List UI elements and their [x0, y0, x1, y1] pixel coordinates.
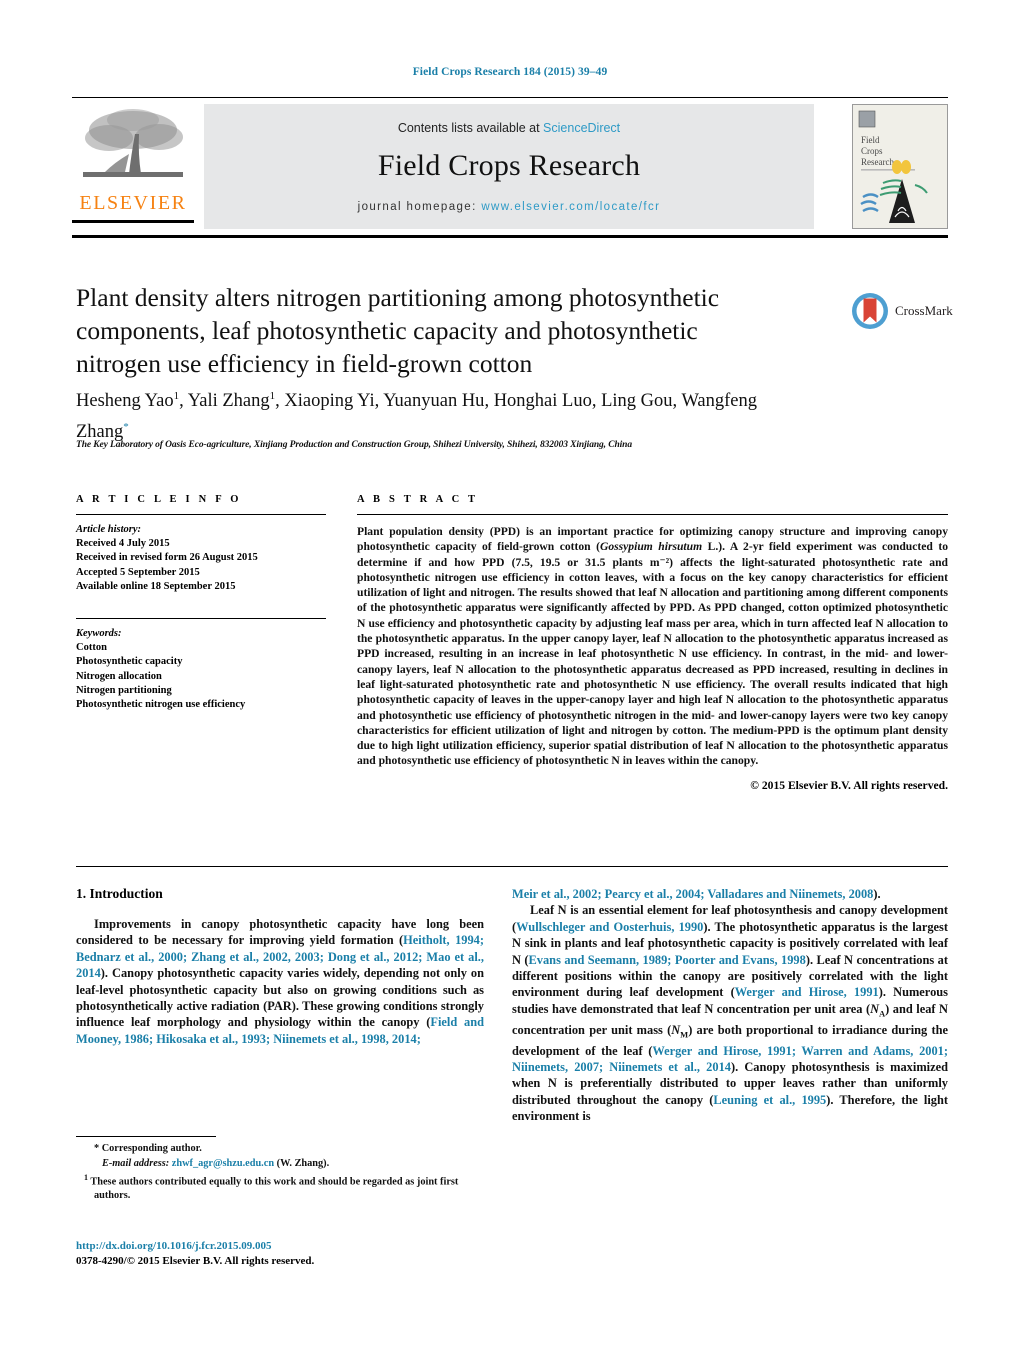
keyword-item: Nitrogen allocation — [76, 670, 162, 682]
symbol-nm-sub: M — [680, 1029, 689, 1040]
article-history-heading: Article history: — [76, 524, 142, 535]
keywords-heading: Keywords: — [76, 628, 122, 640]
sciencedirect-link[interactable]: ScienceDirect — [543, 121, 620, 135]
footnote-corresponding-author: * Corresponding author. — [94, 1143, 202, 1154]
doi-block: http://dx.doi.org/10.1016/j.fcr.2015.09.… — [76, 1239, 496, 1269]
contents-available-line: Contents lists available at ScienceDirec… — [398, 121, 620, 135]
svg-text:Research: Research — [861, 157, 894, 167]
citation-group[interactable]: Meir et al., 2002; Pearcy et al., 2004; … — [512, 887, 873, 901]
article-info-heading: A R T I C L E I N F O — [76, 494, 242, 505]
contents-prefix: Contents lists available at — [397, 120, 544, 135]
citation-close: ). — [873, 887, 881, 901]
elsevier-logo: ELSEVIER — [72, 104, 194, 232]
footnote-equal-contribution-text: These authors contributed equally to thi… — [90, 1176, 459, 1202]
running-head: Field Crops Research 184 (2015) 39–49 — [412, 66, 608, 78]
abstract-column: A B S T R A C T Plant population density… — [357, 494, 948, 792]
author-5: Honghai Luo — [493, 391, 592, 412]
footnote-separator-rule — [76, 1136, 216, 1137]
author-footnote-mark: 1 — [173, 390, 180, 402]
elsevier-rule — [72, 220, 194, 223]
footnote-equal-contribution: 1 These authors contributed equally to t… — [76, 1171, 486, 1203]
footnote-block: * Corresponding author. E-mail address: … — [76, 1142, 486, 1204]
abstract-heading: A B S T R A C T — [357, 494, 479, 505]
symbol-nm: N — [671, 1022, 681, 1037]
abstract-copyright: © 2015 Elsevier B.V. All rights reserved… — [750, 778, 948, 792]
doi-link[interactable]: http://dx.doi.org/10.1016/j.fcr.2015.09.… — [76, 1239, 496, 1254]
keyword-item: Cotton — [76, 642, 107, 654]
crossmark-label: CrossMark — [895, 303, 953, 318]
section-heading-introduction: 1. Introduction — [76, 886, 163, 901]
footnote-email: E-mail address: zhwf_agr@shzu.edu.cn (W.… — [76, 1157, 486, 1171]
history-item: Accepted 5 September 2015 — [76, 566, 200, 578]
email-link[interactable]: zhwf_agr@shzu.edu.cn — [172, 1158, 274, 1169]
citation-group[interactable]: Leuning et al., 1995 — [713, 1093, 826, 1107]
crossmark-icon — [852, 293, 888, 329]
keywords-rule — [76, 618, 326, 620]
species-name: Gossypium hirsutum — [599, 540, 703, 554]
body-column-left: 1. Introduction Improvements in canopy p… — [76, 886, 484, 1047]
email-label: E-mail address: — [102, 1157, 170, 1169]
elsevier-wordmark: ELSEVIER — [79, 192, 187, 214]
author-footnote-mark: 1 — [269, 390, 276, 402]
keyword-item: Photosynthetic capacity — [76, 656, 183, 668]
history-item: Available online 18 September 2015 — [76, 580, 236, 592]
page-title: Plant density alters nitrogen partitioni… — [76, 283, 720, 378]
elsevier-tree-icon — [83, 109, 183, 177]
journal-band: Contents lists available at ScienceDirec… — [204, 104, 814, 229]
masthead-bottom-rule — [72, 235, 948, 238]
history-item: Received in revised form 26 August 2015 — [76, 552, 258, 564]
article-info-column: A R T I C L E I N F O Article history: R… — [76, 494, 326, 712]
author-4: Yuanyuan Hu — [383, 391, 485, 412]
intro-paragraph-2: Leaf N is an essential element for leaf … — [512, 902, 948, 1124]
history-item: Received 4 July 2015 — [76, 538, 170, 550]
citation-group[interactable]: Werger and Hirose, 1991 — [735, 985, 879, 999]
footnote-mark-1: 1 — [84, 1173, 88, 1183]
journal-cover-thumbnail: Field Crops Research — [852, 104, 948, 229]
keyword-item: Photosynthetic nitrogen use efficiency — [76, 699, 246, 711]
author-3: Xiaoping Yi — [284, 391, 375, 412]
author-affiliation: The Key Laboratory of Oasis Eco-agricult… — [76, 440, 633, 450]
journal-masthead: ELSEVIER Contents lists available at Sci… — [72, 97, 948, 238]
paper-page: Field Crops Research 184 (2015) 39–49 EL… — [0, 0, 1020, 1351]
corresponding-author-mark: * — [123, 421, 129, 434]
homepage-url-link[interactable]: www.elsevier.com/locate/fcr — [481, 201, 660, 213]
abstract-rule — [357, 514, 948, 515]
abstract-part-2: L.). A 2-yr field experiment was conduct… — [357, 540, 948, 768]
author-2: Yali Zhang1 — [187, 390, 276, 412]
crossmark-badge[interactable]: CrossMark — [850, 283, 958, 339]
abstract-text: Plant population density (PPD) is an imp… — [357, 524, 948, 769]
symbol-na: N — [870, 1001, 880, 1016]
citation-group[interactable]: Wullschleger and Oosterhuis, 1990 — [516, 920, 703, 934]
intro-p1-b: ). Canopy photosynthetic capacity varies… — [76, 966, 484, 1030]
email-suffix: (W. Zhang). — [274, 1157, 330, 1169]
intro-citation-continuation: Meir et al., 2002; Pearcy et al., 2004; … — [512, 886, 948, 902]
keywords-group: Keywords: Cotton Photosynthetic capacity… — [76, 627, 326, 712]
svg-text:Crops: Crops — [861, 146, 883, 156]
svg-text:Field: Field — [861, 135, 880, 145]
author-1: Hesheng Yao1 — [76, 390, 180, 412]
article-history-group: Article history: Received 4 July 2015 Re… — [76, 523, 326, 594]
homepage-prefix: journal homepage: — [357, 200, 482, 213]
body-column-right: Meir et al., 2002; Pearcy et al., 2004; … — [512, 886, 948, 1125]
body-separator-rule — [76, 866, 948, 867]
author-list: Hesheng Yao1, Yali Zhang1, Xiaoping Yi, … — [76, 390, 758, 443]
author-6: Ling Gou — [601, 391, 673, 412]
keyword-item: Nitrogen partitioning — [76, 684, 172, 696]
journal-homepage-line: journal homepage: www.elsevier.com/locat… — [358, 201, 661, 213]
citation-group[interactable]: Evans and Seemann, 1989; Poorter and Eva… — [529, 953, 806, 967]
journal-title: Field Crops Research — [377, 148, 641, 182]
issn-copyright-line: 0378-4290/© 2015 Elsevier B.V. All right… — [76, 1255, 315, 1267]
article-info-rule — [76, 514, 326, 515]
journal-cover-icon: Field Crops Research — [853, 105, 947, 228]
intro-paragraph-1: Improvements in canopy photosynthetic ca… — [76, 916, 484, 1047]
